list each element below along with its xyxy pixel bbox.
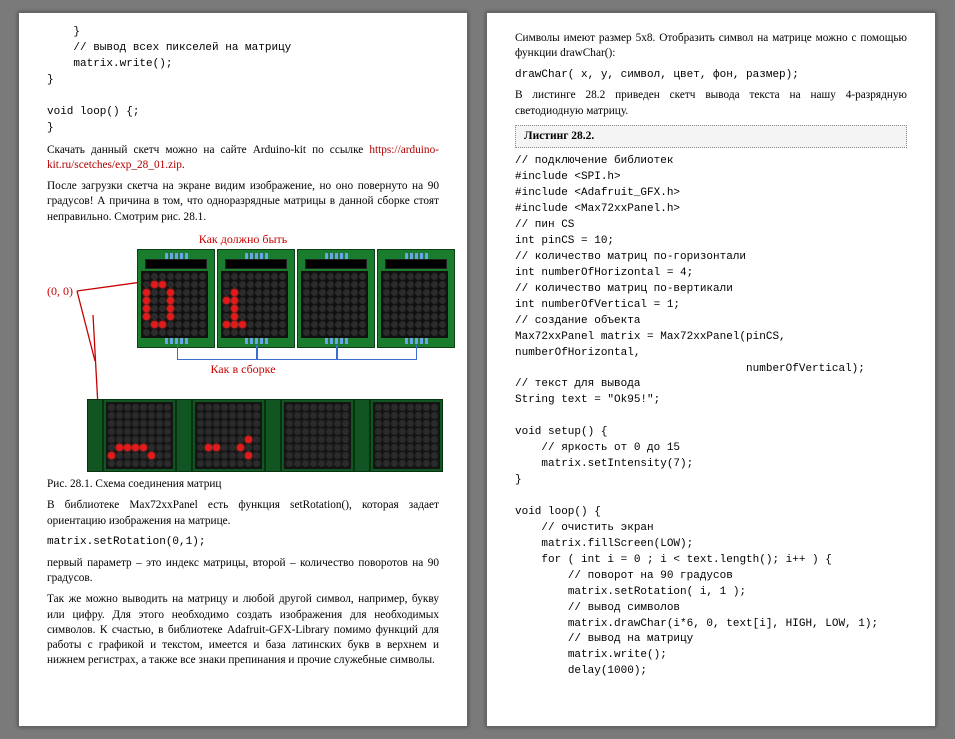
driver-chip-icon — [145, 259, 207, 269]
led-matrix — [381, 271, 448, 338]
pin-header-icon — [141, 338, 211, 344]
led-matrix — [284, 402, 351, 469]
driver-chip-icon — [385, 259, 447, 269]
code-block-top: } // вывод всех пикселей на матрицу matr… — [47, 25, 439, 137]
matrix-module — [377, 249, 455, 348]
page-right: Символы имеют размер 5х8. Отобразить сим… — [486, 12, 936, 727]
driver-chip-icon — [265, 399, 281, 472]
paragraph-listing-intro: В листинге 28.2 приведен скетч вывода те… — [515, 88, 907, 119]
text: . — [182, 159, 185, 171]
wire-icon — [177, 345, 257, 360]
driver-chip-icon — [305, 259, 367, 269]
code-inline-rotation: matrix.setRotation(0,1); — [47, 535, 439, 550]
matrix-module — [87, 399, 176, 472]
code-inline-drawchar: drawChar( x, y, символ, цвет, фон, разме… — [515, 68, 907, 83]
paragraph-drawchar-intro: Символы имеют размер 5х8. Отобразить сим… — [515, 31, 907, 62]
matrix-module — [176, 399, 265, 472]
led-matrix — [373, 402, 440, 469]
figure-28-1: Как должно быть (0, 0) Как в сборке — [47, 231, 439, 493]
wire-icon — [337, 345, 417, 360]
paragraph-download: Скачать данный скетч можно на сайте Ardu… — [47, 143, 439, 174]
driver-chip-icon — [225, 259, 287, 269]
led-matrix — [301, 271, 368, 338]
pin-header-icon — [301, 338, 371, 344]
text: Скачать данный скетч можно на сайте Ardu… — [47, 144, 369, 156]
driver-chip-icon — [354, 399, 370, 472]
figure-label-correct: Как должно быть — [47, 231, 439, 247]
listing-28-2-header: Листинг 28.2. — [515, 125, 907, 149]
driver-chip-icon — [176, 399, 192, 472]
wire-icon — [257, 345, 337, 360]
document-viewport: } // вывод всех пикселей на матрицу matr… — [0, 0, 955, 739]
code-block-listing-28-2: // подключение библиотек #include <SPI.h… — [515, 154, 907, 680]
figure-origin-label: (0, 0) — [47, 283, 73, 299]
matrix-module — [297, 249, 375, 348]
led-matrix — [195, 402, 262, 469]
led-matrix — [221, 271, 288, 338]
page-left: } // вывод всех пикселей на матрицу matr… — [18, 12, 468, 727]
matrix-assembly-row — [87, 399, 443, 472]
paragraph-library: В библиотеке Max72xxPanel есть функция s… — [47, 498, 439, 529]
matrix-module — [137, 249, 215, 348]
matrix-module — [354, 399, 443, 472]
figure-row-assembly — [47, 381, 439, 471]
led-matrix — [106, 402, 173, 469]
matrix-module — [217, 249, 295, 348]
figure-caption: Рис. 28.1. Схема соединения матриц — [47, 477, 439, 492]
pin-header-icon — [221, 338, 291, 344]
led-matrix — [141, 271, 208, 338]
paragraph-after-download: После загрузки скетча на экране видим из… — [47, 179, 439, 225]
paragraph-symbols: Так же можно выводить на матрицу и любой… — [47, 592, 439, 668]
matrix-board-row — [137, 249, 455, 348]
pin-header-icon — [381, 338, 451, 344]
matrix-module — [265, 399, 354, 472]
driver-chip-icon — [87, 399, 103, 472]
paragraph-params: первый параметр – это индекс матрицы, вт… — [47, 556, 439, 587]
